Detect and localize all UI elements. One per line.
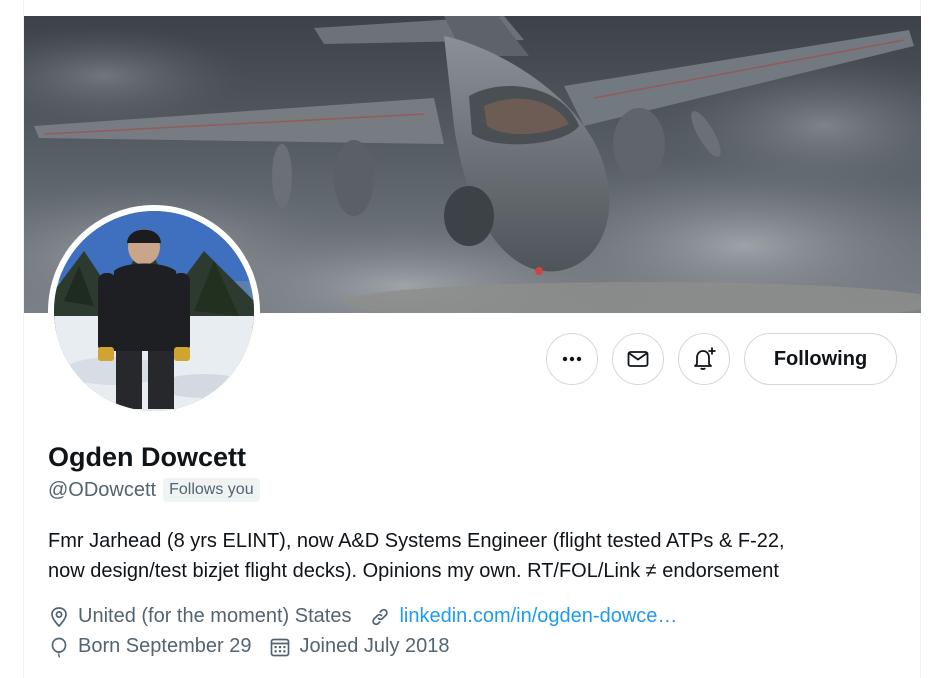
avatar-photo — [54, 211, 254, 411]
calendar-icon — [271, 638, 290, 656]
location-item: United (for the moment) States — [48, 605, 351, 628]
joined-text: Joined July 2018 — [299, 635, 450, 657]
location-text: United (for the moment) States — [78, 605, 352, 627]
joined-item: Joined July 2018 — [269, 635, 450, 658]
birthday-item: Born September 29 — [48, 635, 251, 658]
bell-plus-icon — [694, 347, 716, 370]
profile-meta-row-1: United (for the moment) States linkedin.… — [48, 605, 695, 628]
profile-bio: Fmr Jarhead (8 yrs ELINT), now A&D Syste… — [48, 526, 908, 586]
more-dots-icon — [562, 356, 582, 362]
link-icon — [372, 608, 389, 625]
bio-line-2: now design/test bizjet flight decks). Op… — [48, 560, 779, 582]
avatar[interactable] — [54, 211, 254, 411]
bio-line-1: Fmr Jarhead (8 yrs ELINT), now A&D Syste… — [48, 530, 785, 552]
user-handle: @ODowcett — [48, 478, 157, 501]
message-button[interactable] — [612, 333, 664, 385]
balloon-icon — [51, 637, 67, 658]
profile-meta-row-2: Born September 29 Joined July 2018 — [48, 635, 468, 658]
follows-you-badge: Follows you — [163, 478, 260, 502]
website-item[interactable]: linkedin.com/in/ogden-dowce… — [369, 605, 677, 628]
handle-row: @ODowcett Follows you — [48, 478, 260, 502]
more-button[interactable] — [546, 333, 598, 385]
display-name: Ogden Dowcett — [48, 442, 247, 472]
birthday-text: Born September 29 — [78, 635, 252, 657]
notifications-button[interactable] — [678, 333, 730, 385]
location-pin-icon — [51, 606, 67, 627]
envelope-icon — [627, 351, 649, 367]
following-button[interactable]: Following — [744, 333, 897, 385]
website-link[interactable]: linkedin.com/in/ogden-dowce… — [399, 605, 677, 628]
